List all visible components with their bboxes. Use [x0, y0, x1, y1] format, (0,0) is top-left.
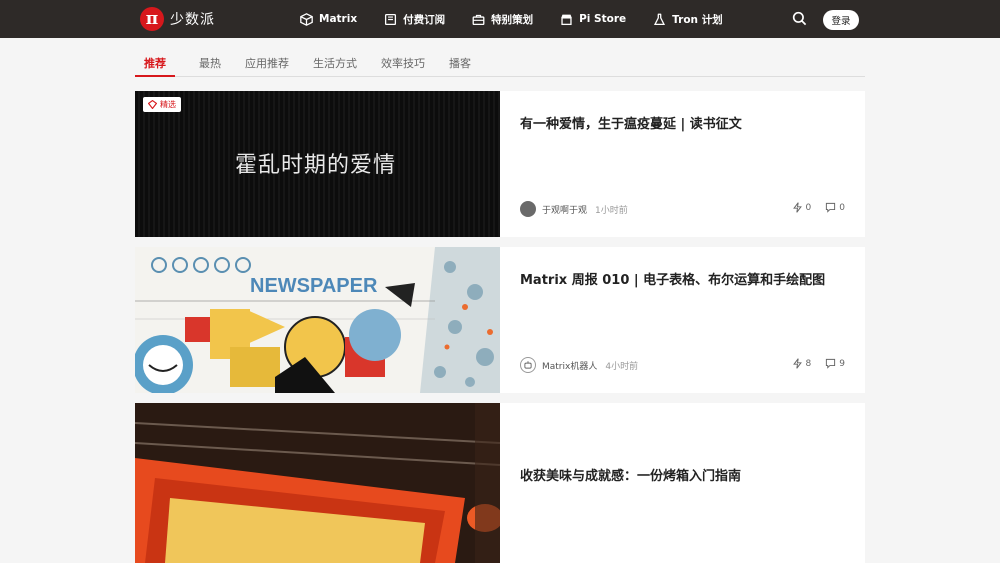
tab-hottest[interactable]: 最热 — [199, 40, 221, 76]
comment-number: 9 — [839, 358, 845, 369]
article-stats: 0 0 — [792, 202, 845, 213]
nav-item-pi-store[interactable]: Pi Store — [560, 13, 626, 26]
logo-mark: π — [140, 7, 164, 31]
nav-item-special[interactable]: 特别策划 — [472, 12, 533, 27]
author-info[interactable]: 于观啊于观 1小时前 — [520, 201, 628, 217]
like-count[interactable]: 0 — [792, 202, 812, 213]
article-cover-image[interactable]: 精选 霍乱时期的爱情 — [135, 91, 500, 237]
article-card[interactable]: 收获美味与成就感：一份烤箱入门指南 — [135, 403, 865, 563]
avatar[interactable] — [520, 357, 536, 373]
robot-icon — [524, 361, 532, 369]
comment-icon — [826, 358, 836, 369]
nav-label: 特别策划 — [491, 13, 534, 26]
cover-text: 霍乱时期的爱情 — [235, 153, 397, 178]
author-name[interactable]: 于观啊于观 — [542, 203, 587, 216]
briefcase-icon — [472, 14, 485, 25]
category-tabs: 推荐 最热 应用推荐 生活方式 效率技巧 播客 — [135, 40, 865, 77]
store-icon — [561, 14, 572, 25]
comment-count[interactable]: 0 — [825, 202, 845, 213]
login-button[interactable]: 登录 — [823, 10, 859, 30]
nav-label: Tron 计划 — [672, 13, 723, 26]
search-icon[interactable] — [792, 11, 807, 26]
cube-icon — [300, 12, 313, 26]
logo-text: 少数派 — [170, 12, 215, 28]
lightning-icon — [792, 202, 802, 213]
flask-icon — [654, 13, 666, 25]
featured-badge: 精选 — [143, 97, 181, 112]
post-time: 1小时前 — [595, 205, 628, 216]
like-number: 8 — [805, 358, 812, 369]
main-nav: Matrix 付费订阅 特别策划 Pi Store Tron 计划 — [300, 0, 750, 38]
book-icon — [385, 13, 397, 25]
top-navbar: π 少数派 Matrix 付费订阅 特别策划 Pi Store Tron 计划 … — [0, 0, 1000, 38]
tab-recommended[interactable]: 推荐 — [135, 40, 175, 77]
comment-icon — [826, 202, 836, 213]
badge-label: 精选 — [160, 100, 176, 109]
lightning-icon — [792, 358, 802, 369]
nav-item-subscription[interactable]: 付费订阅 — [384, 12, 445, 27]
article-stats: 8 9 — [792, 358, 845, 369]
tab-productivity[interactable]: 效率技巧 — [381, 40, 425, 76]
article-title[interactable]: Matrix 周报 010 | 电子表格、布尔运算和手绘配图 — [520, 269, 825, 288]
article-title[interactable]: 有一种爱情，生于瘟疫蔓延 | 读书征文 — [520, 113, 742, 132]
badge-icon — [148, 100, 157, 109]
comment-count[interactable]: 9 — [825, 358, 845, 369]
tab-lifestyle[interactable]: 生活方式 — [313, 40, 357, 76]
like-number: 0 — [805, 202, 812, 213]
article-cover-image[interactable] — [135, 403, 500, 563]
site-logo[interactable]: π 少数派 — [140, 7, 215, 31]
article-body: Matrix 周报 010 | 电子表格、布尔运算和手绘配图 Matrix机器人… — [500, 247, 865, 393]
author-info[interactable]: Matrix机器人 4小时前 — [520, 357, 638, 373]
post-time: 4小时前 — [605, 361, 639, 372]
article-card[interactable]: 精选 霍乱时期的爱情 有一种爱情，生于瘟疫蔓延 | 读书征文 于观啊于观 1小时… — [135, 91, 865, 237]
author-name[interactable]: Matrix机器人 — [542, 359, 597, 372]
nav-item-tron[interactable]: Tron 计划 — [653, 12, 723, 27]
nav-label: Matrix — [319, 13, 358, 25]
like-count[interactable]: 8 — [792, 358, 812, 369]
tab-podcast[interactable]: 播客 — [449, 40, 471, 76]
avatar[interactable] — [520, 201, 536, 217]
nav-label: Pi Store — [579, 13, 627, 25]
article-body: 收获美味与成就感：一份烤箱入门指南 — [500, 403, 865, 563]
article-body: 有一种爱情，生于瘟疫蔓延 | 读书征文 于观啊于观 1小时前 0 0 — [500, 91, 865, 237]
comment-number: 0 — [839, 202, 845, 213]
article-cover-image[interactable]: NEWSPAPER — [135, 247, 500, 393]
nav-item-matrix[interactable]: Matrix — [300, 12, 358, 26]
tab-app-recommend[interactable]: 应用推荐 — [245, 40, 289, 76]
newspaper-illustration: NEWSPAPER — [135, 247, 500, 393]
nav-label: 付费订阅 — [403, 13, 446, 26]
article-card[interactable]: NEWSPAPER Matrix 周报 010 | 电子表格、布尔运算和手绘配图… — [135, 247, 865, 393]
article-title[interactable]: 收获美味与成就感：一份烤箱入门指南 — [520, 465, 741, 484]
oven-illustration — [135, 403, 500, 563]
cover-text: NEWSPAPER — [250, 275, 378, 297]
